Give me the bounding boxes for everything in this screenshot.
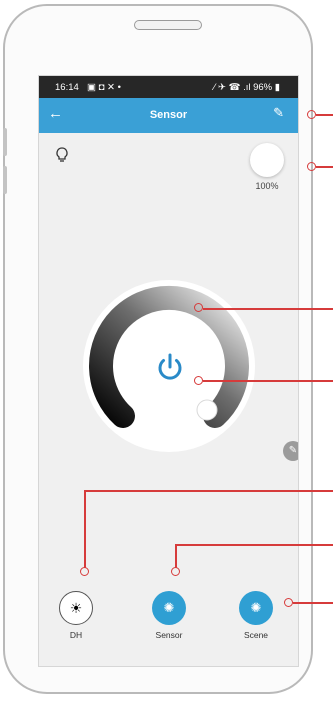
callout-dot-scene (284, 598, 293, 607)
phone-side-button-bottom (3, 166, 7, 194)
callout-line-scene (293, 602, 333, 604)
callout-dot-sensor (171, 567, 180, 576)
dh-icon: ☀ (59, 591, 93, 625)
app-bar: ← Sensor ✎ (39, 98, 298, 133)
status-time: 16:14 (55, 82, 79, 93)
mode-sensor-label: Sensor (155, 630, 183, 640)
main-content: 100% ✎ ☀ DH ✺ Sensor ✺ Scene (39, 133, 298, 666)
callout-line-dh-horizontal (84, 490, 333, 492)
brightness-percent: 100% (255, 181, 279, 191)
callout-line-sensor-vertical (175, 544, 177, 568)
callout-dot-edit (307, 110, 316, 119)
bulb-icon (55, 147, 69, 166)
battery-icon: ▮ (274, 82, 280, 93)
power-icon[interactable] (154, 351, 186, 383)
callout-dot-toggle (307, 162, 316, 171)
page-title: Sensor (149, 109, 188, 121)
battery-percent: 96% (253, 82, 273, 93)
phone-screen: 16:14 ▣ ◘ ✕ • ⁄ ✈ ☎ .ıl 96% ▮ ← Sensor ✎… (38, 75, 299, 667)
callout-line-sensor-horizontal (175, 544, 333, 546)
mode-scene-label: Scene (243, 630, 269, 640)
callout-dot-dh (80, 567, 89, 576)
callout-dot-ring (194, 303, 203, 312)
phone-speaker (134, 20, 202, 30)
light-toggle-button[interactable] (250, 143, 284, 177)
scene-icon: ✺ (239, 591, 273, 625)
mode-sensor[interactable]: ✺ Sensor (139, 591, 199, 640)
phone-side-button-top (3, 128, 7, 156)
status-bar: 16:14 ▣ ◘ ✕ • ⁄ ✈ ☎ .ıl 96% ▮ (39, 76, 298, 98)
callout-line-edit (316, 114, 333, 116)
callout-line-dh-vertical (84, 490, 86, 568)
edit-pencil-icon[interactable]: ✎ (273, 105, 284, 121)
callout-line-toggle (316, 166, 333, 168)
sensor-icon: ✺ (152, 591, 186, 625)
mode-dh-label: DH (69, 630, 83, 640)
status-signal-icons: ⁄ ✈ ☎ .ıl (213, 82, 251, 93)
callout-line-ring (203, 308, 333, 310)
dial-handle[interactable] (196, 399, 218, 421)
callout-dot-power (194, 376, 203, 385)
callout-line-power (203, 380, 333, 382)
mode-dh[interactable]: ☀ DH (46, 591, 106, 640)
status-left-icons: ▣ ◘ ✕ • (87, 82, 121, 93)
mode-scene[interactable]: ✺ Scene (226, 591, 286, 640)
edit-scene-button[interactable]: ✎ (283, 441, 298, 461)
